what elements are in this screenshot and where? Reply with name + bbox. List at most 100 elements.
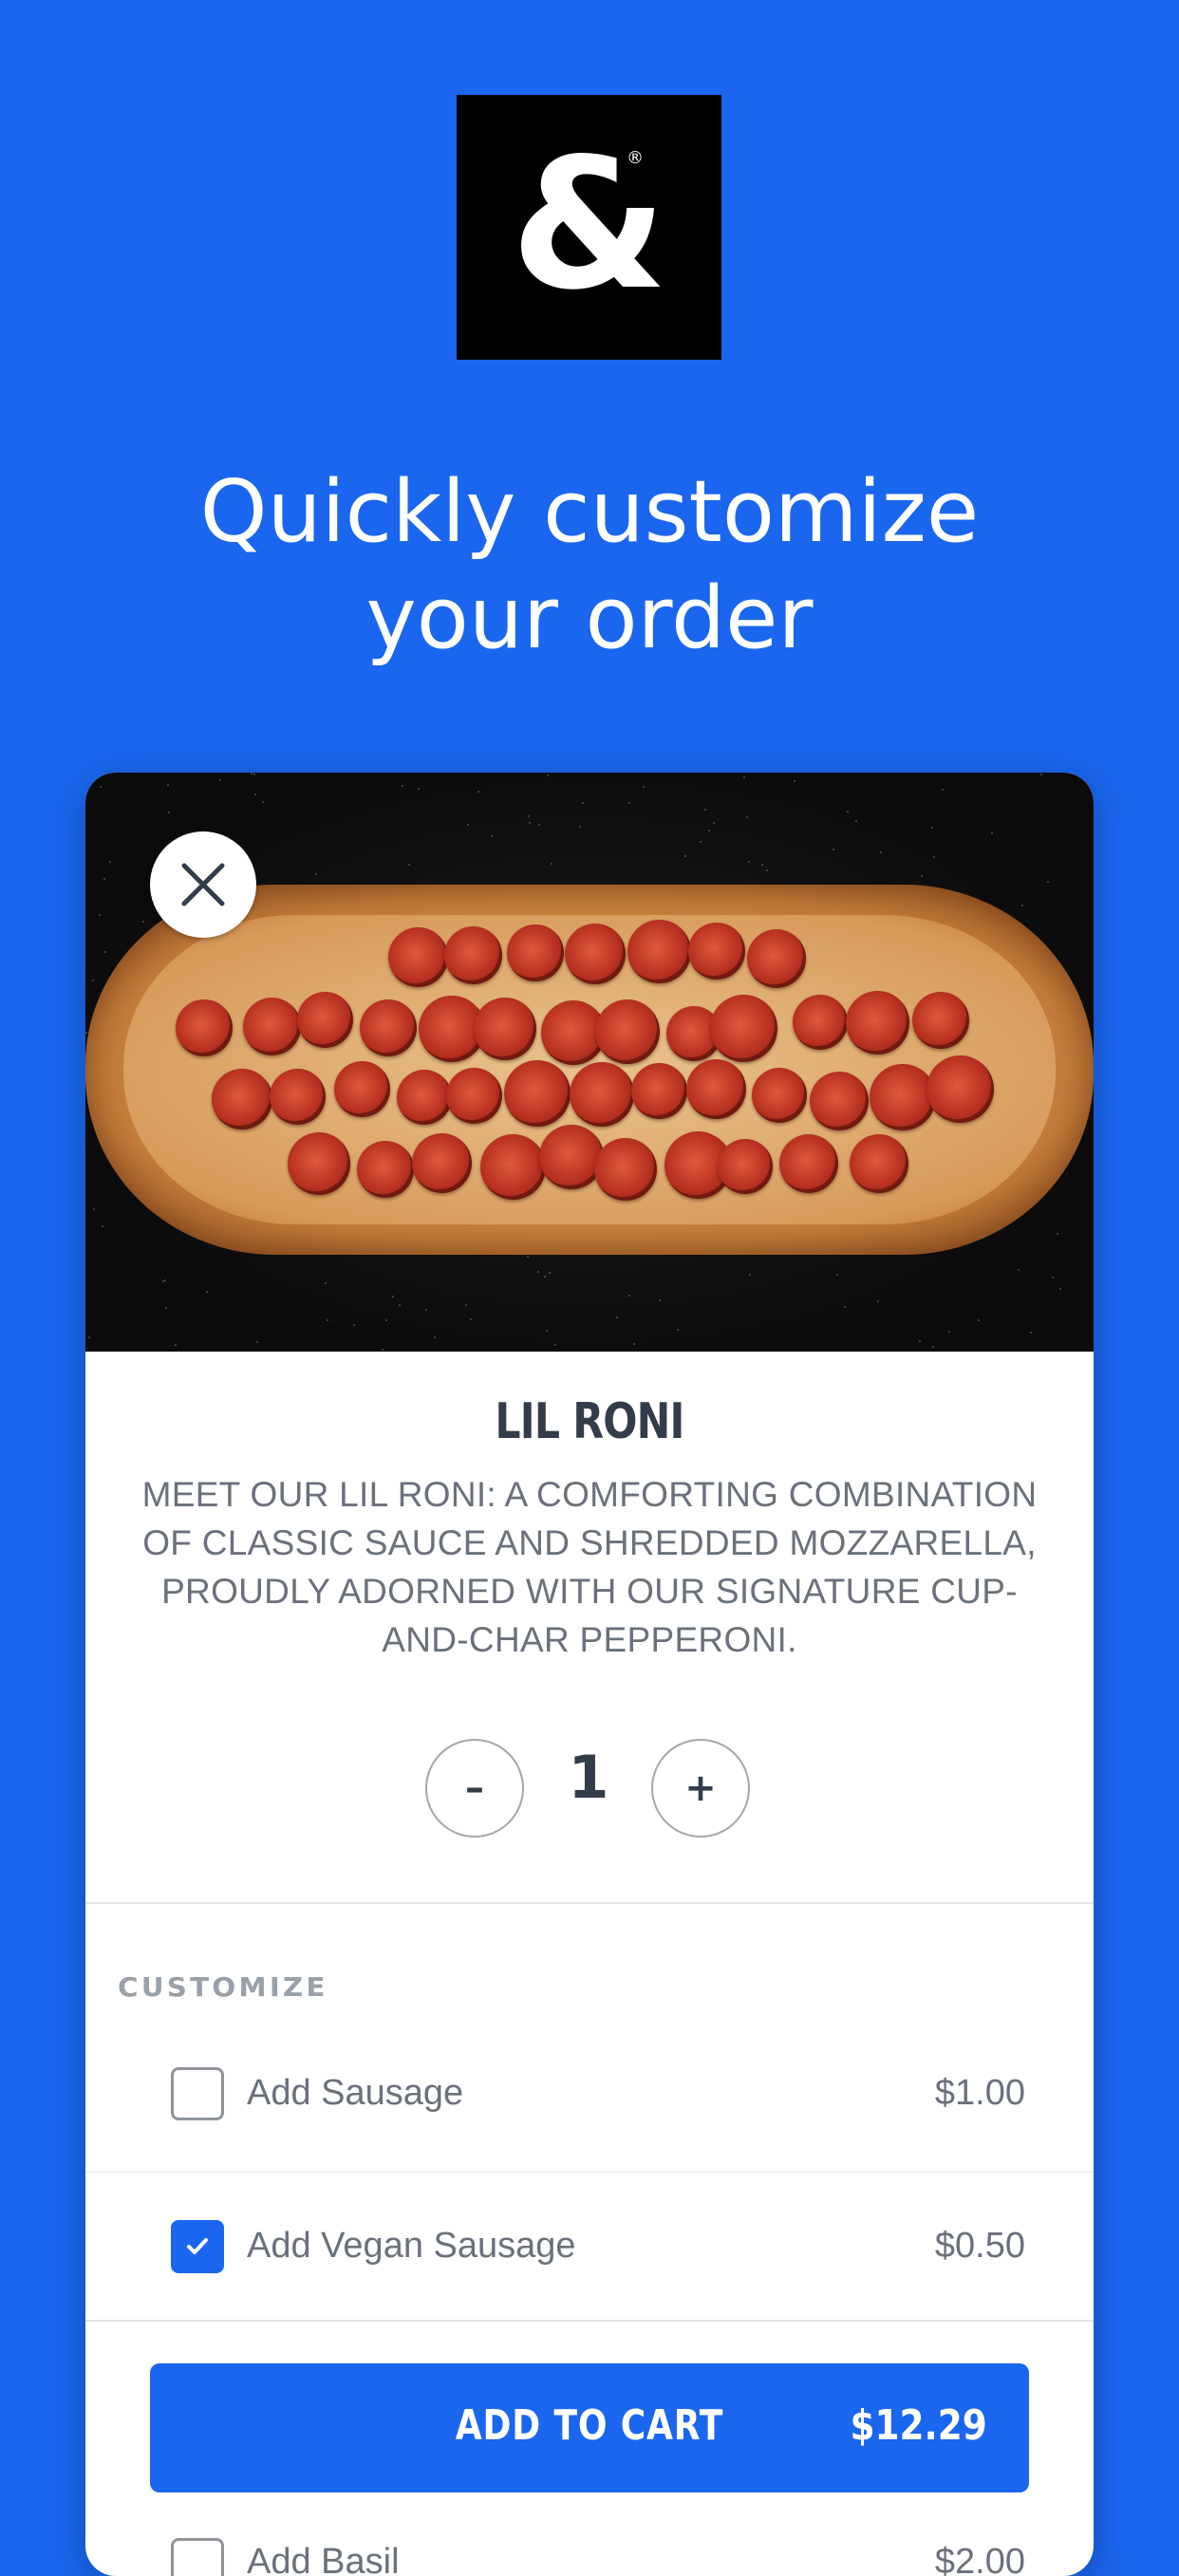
option-row-vegan-sausage[interactable]: Add Vegan Sausage $0.50	[85, 2173, 1094, 2315]
texture-speck	[991, 832, 993, 834]
texture-speck	[677, 1329, 679, 1331]
pepperoni-slice	[480, 1134, 546, 1200]
pepperoni-slice	[539, 1125, 604, 1189]
texture-speck	[385, 1319, 387, 1321]
texture-speck	[748, 861, 750, 863]
texture-speck	[256, 1341, 258, 1343]
pepperoni-slice	[686, 1059, 746, 1119]
close-icon	[181, 863, 225, 906]
pepperoni-slice	[288, 1132, 350, 1195]
checkmark-icon	[187, 2238, 208, 2254]
texture-speck	[844, 1306, 846, 1308]
texture-speck	[749, 1274, 751, 1276]
pepperoni-slice	[565, 924, 626, 984]
pepperoni-slice	[688, 923, 745, 980]
option-price: $0.50	[934, 2226, 1025, 2266]
texture-speck	[546, 1330, 548, 1332]
pepperoni-slice	[446, 1068, 502, 1124]
pepperoni-slice	[594, 1138, 657, 1201]
decrease-quantity-button[interactable]: –	[425, 1739, 524, 1838]
option-price: $1.00	[934, 2073, 1025, 2113]
texture-speck	[549, 1272, 551, 1274]
texture-speck	[643, 786, 645, 788]
increase-quantity-button[interactable]: +	[651, 1739, 750, 1838]
headline-line-2: your order	[365, 569, 814, 668]
texture-speck	[942, 789, 944, 791]
texture-speck	[253, 774, 255, 775]
texture-speck	[315, 873, 317, 875]
texture-speck	[1047, 881, 1049, 883]
customize-heading: CUSTOMIZE	[118, 1971, 328, 2003]
texture-speck	[465, 1304, 467, 1306]
texture-speck	[168, 812, 170, 813]
sausage-checkbox[interactable]	[171, 2067, 224, 2120]
texture-speck	[743, 776, 745, 778]
option-row-basil[interactable]: Add Basil $2.00	[85, 2519, 1094, 2576]
texture-speck	[425, 1309, 427, 1311]
texture-speck	[529, 822, 531, 824]
texture-speck	[109, 861, 111, 863]
texture-speck	[164, 1279, 166, 1281]
option-label: Add Basil	[247, 2542, 400, 2576]
option-label: Add Sausage	[247, 2073, 464, 2113]
texture-speck	[88, 1336, 90, 1338]
close-button[interactable]	[150, 831, 256, 938]
texture-speck	[1040, 774, 1042, 775]
pepperoni-slice	[388, 927, 448, 987]
logo-ampersand: &	[510, 119, 668, 329]
texture-speck	[206, 1291, 208, 1293]
texture-speck	[104, 951, 106, 953]
texture-speck	[477, 791, 479, 793]
pepperoni-slice	[360, 999, 417, 1056]
texture-speck	[382, 1349, 384, 1351]
texture-speck	[162, 1280, 164, 1282]
texture-speck	[470, 1318, 472, 1320]
texture-speck	[1030, 1332, 1032, 1334]
basil-checkbox[interactable]	[171, 2538, 224, 2576]
texture-speck	[877, 1300, 879, 1302]
texture-speck	[142, 921, 144, 923]
texture-speck	[746, 816, 748, 818]
texture-speck	[100, 786, 102, 788]
texture-speck	[633, 1343, 635, 1345]
pepperoni-slice	[297, 992, 353, 1048]
texture-speck	[833, 849, 834, 850]
texture-speck	[165, 1307, 167, 1309]
pepperoni-slice	[846, 991, 909, 1055]
pepperoni-slice	[779, 1134, 838, 1193]
texture-speck	[582, 802, 584, 804]
row-divider	[85, 2320, 1094, 2322]
texture-speck	[551, 863, 552, 865]
texture-speck	[919, 1340, 921, 1342]
texture-speck	[978, 1319, 980, 1321]
pepperoni-slice	[474, 998, 536, 1060]
texture-speck	[528, 815, 530, 817]
option-row-sausage[interactable]: Add Sausage $1.00	[85, 2016, 1094, 2158]
texture-speck	[262, 801, 264, 803]
brand-logo: & ®	[457, 95, 721, 360]
texture-speck	[527, 1256, 529, 1258]
add-to-cart-button[interactable]: ADD TO CART $12.29	[150, 2363, 1029, 2492]
texture-speck	[684, 855, 686, 857]
section-divider	[85, 1902, 1094, 1904]
pepperoni-slice	[212, 1069, 272, 1129]
vegan-sausage-checkbox[interactable]	[171, 2220, 224, 2273]
pepperoni-slice	[752, 1068, 807, 1123]
texture-speck	[628, 802, 630, 804]
registered-mark: ®	[627, 148, 644, 168]
texture-speck	[931, 827, 933, 829]
texture-speck	[85, 1032, 87, 1034]
texture-speck	[659, 1299, 661, 1301]
pepperoni-slice	[870, 1064, 936, 1130]
texture-speck	[467, 824, 469, 826]
product-title: LIL RONI	[495, 1393, 684, 1450]
texture-speck	[353, 1324, 355, 1326]
texture-speck	[99, 914, 101, 916]
pepperoni-slice	[627, 920, 691, 983]
texture-speck	[1021, 905, 1023, 906]
texture-speck	[933, 856, 935, 858]
pepperoni-slice	[507, 924, 564, 981]
quantity-value: 1	[568, 1743, 609, 1812]
texture-speck	[880, 851, 882, 853]
pepperoni-slice	[334, 1061, 390, 1117]
